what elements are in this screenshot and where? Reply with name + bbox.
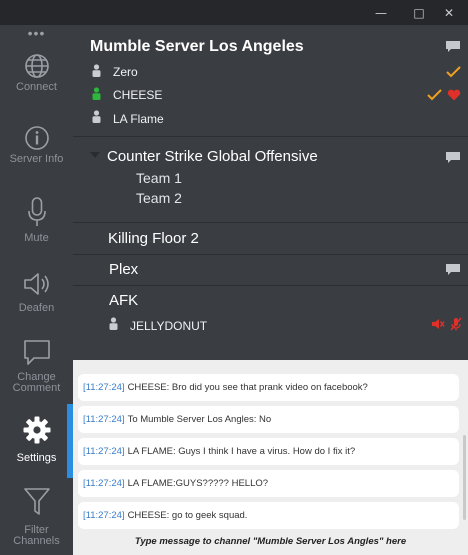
comment-icon[interactable] — [445, 40, 461, 53]
channel-counter-strike[interactable]: Counter Strike Global Offensive Team 1 T… — [73, 137, 468, 222]
sidebar-item-connect[interactable]: Connect — [0, 47, 73, 117]
title-bar: — □ ✕ — [0, 0, 468, 25]
chevron-down-icon[interactable] — [90, 152, 100, 158]
subchannel-team-1[interactable]: Team 1 — [136, 170, 182, 186]
message-text: CHEESE: go to geek squad. — [127, 510, 248, 521]
user-name-jellydonut[interactable]: JELLYDONUT — [130, 319, 207, 333]
muted-mic-icon — [450, 317, 462, 331]
chat-scrollbar[interactable] — [463, 435, 466, 520]
speaker-icon — [0, 265, 73, 303]
sidebar-label-deafen: Deafen — [18, 302, 55, 314]
server-root[interactable]: Mumble Server Los Angeles Zero CHEESE LA… — [73, 25, 468, 133]
message-time: [11:27:24] — [83, 382, 125, 393]
sidebar-item-change-comment[interactable]: Change Comment — [0, 333, 73, 403]
sidebar-label-mute: Mute — [24, 232, 49, 244]
chat-message: [11:27:24] LA FLAME: Guys I think I have… — [78, 438, 459, 465]
subchannel-team-2[interactable]: Team 2 — [136, 190, 182, 206]
message-time: [11:27:24] — [83, 446, 125, 457]
check-icon — [427, 89, 442, 101]
channel-name: Plex — [109, 261, 139, 278]
user-avatar-icon — [92, 64, 101, 77]
microphone-icon — [0, 193, 73, 231]
message-text: LA FLAME:GUYS????? HELLO? — [127, 478, 269, 489]
chat-message: [11:27:24] To Mumble Server Los Angles: … — [78, 406, 459, 433]
sidebar-item-mute[interactable]: Mute — [0, 193, 73, 263]
close-button[interactable]: ✕ — [430, 0, 468, 25]
user-avatar-icon — [109, 317, 118, 330]
comment-icon[interactable] — [445, 151, 461, 164]
channel-name: AFK — [109, 292, 139, 309]
chat-message: [11:27:24] CHEESE: Bro did you see that … — [78, 374, 459, 401]
message-time: [11:27:24] — [83, 414, 125, 425]
gear-icon — [0, 411, 73, 449]
sidebar: ••• Connect Server Info Mute Deafen Chan… — [0, 25, 73, 555]
chat-message: [11:27:24] CHEESE: go to geek squad. — [78, 502, 459, 529]
menu-dots[interactable]: ••• — [0, 26, 73, 40]
server-name: Mumble Server Los Angeles — [90, 38, 304, 55]
sidebar-item-server-info[interactable]: Server Info — [0, 119, 73, 189]
sidebar-label-settings: Settings — [16, 452, 57, 464]
minimize-button[interactable]: — — [362, 0, 400, 25]
sidebar-item-deafen[interactable]: Deafen — [0, 265, 73, 335]
message-time: [11:27:24] — [83, 478, 125, 489]
channel-afk[interactable]: AFK JELLYDONUT — [73, 286, 468, 346]
chat-panel: [11:27:24] CHEESE: Bro did you see that … — [73, 360, 468, 555]
channel-name: Counter Strike Global Offensive — [107, 148, 318, 165]
funnel-icon — [0, 483, 73, 521]
comment-icon[interactable] — [445, 263, 461, 276]
channel-plex[interactable]: Plex — [73, 255, 468, 285]
channel-killing-floor-2[interactable]: Killing Floor 2 — [73, 223, 468, 253]
heart-icon — [447, 89, 461, 101]
check-icon — [446, 66, 461, 78]
sidebar-label-server-info: Server Info — [9, 153, 64, 165]
user-name-cheese[interactable]: CHEESE — [113, 88, 162, 102]
sidebar-item-settings[interactable]: Settings — [0, 411, 73, 481]
user-avatar-icon — [92, 110, 101, 123]
sidebar-label-connect: Connect — [16, 81, 57, 93]
chat-message-input[interactable]: Type message to channel "Mumble Server L… — [73, 536, 468, 547]
info-icon — [0, 119, 73, 157]
user-name-la-flame[interactable]: LA Flame — [113, 112, 164, 126]
channel-tree: Mumble Server Los Angeles Zero CHEESE LA… — [73, 25, 468, 360]
globe-icon — [0, 47, 73, 85]
chat-message: [11:27:24] LA FLAME:GUYS????? HELLO? — [78, 470, 459, 497]
sidebar-label-change-comment: Change Comment — [12, 371, 61, 394]
message-text: CHEESE: Bro did you see that prank video… — [127, 382, 368, 393]
speech-bubble-icon — [0, 333, 73, 371]
message-text: LA FLAME: Guys I think I have a virus. H… — [127, 446, 356, 457]
channel-name: Killing Floor 2 — [108, 230, 199, 247]
message-time: [11:27:24] — [83, 510, 125, 521]
sidebar-label-filter-channels: Filter Channels — [13, 524, 60, 547]
message-text: To Mumble Server Los Angles: No — [127, 414, 272, 425]
muted-speaker-icon — [432, 319, 445, 329]
sidebar-item-filter-channels[interactable]: Filter Channels — [0, 483, 73, 553]
talking-user-icon — [92, 87, 101, 100]
user-name-zero[interactable]: Zero — [113, 65, 138, 79]
